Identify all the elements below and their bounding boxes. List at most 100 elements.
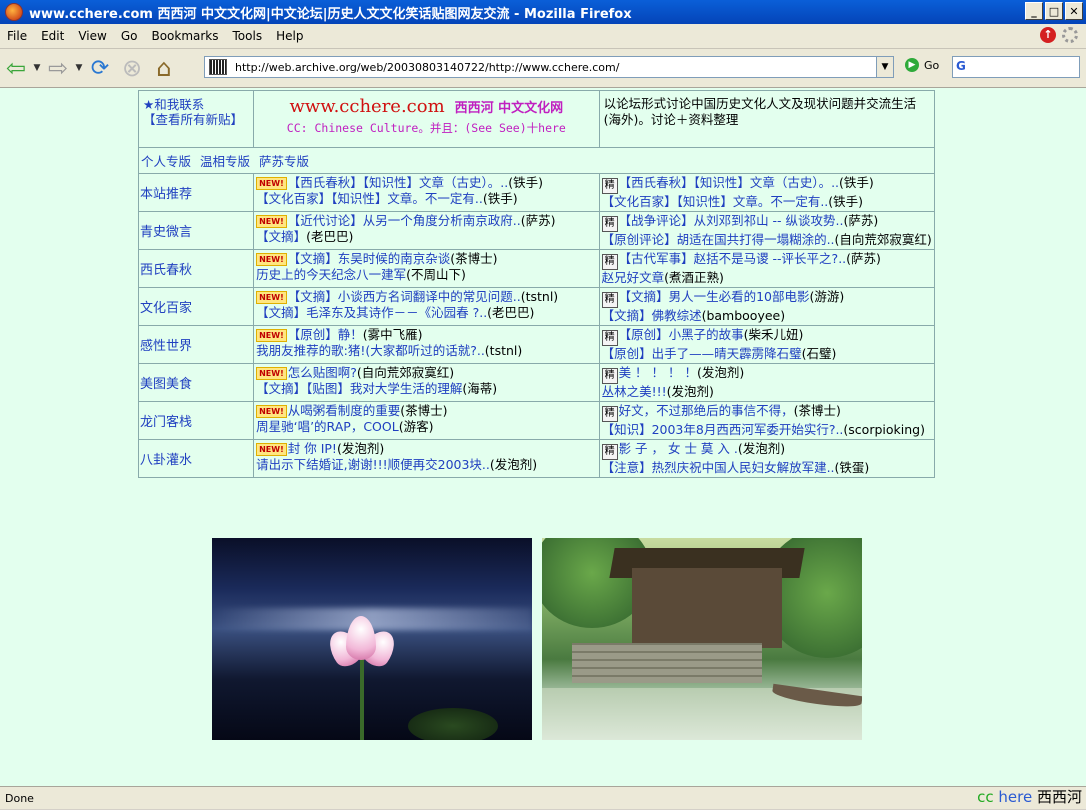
url-bar: ▼ bbox=[204, 56, 894, 78]
url-input[interactable] bbox=[231, 60, 876, 74]
post-title-link[interactable]: 封 你 IP! bbox=[288, 441, 337, 456]
forward-history-chevron-icon[interactable]: ▼ bbox=[74, 63, 84, 73]
featured-badge-icon: 精 bbox=[601, 444, 618, 460]
forum-category-link[interactable]: 西氏春秋 bbox=[137, 249, 255, 288]
brand-logo[interactable]: www.cchere.com bbox=[289, 96, 444, 117]
forum-category-link[interactable]: 感性世界 bbox=[137, 325, 255, 364]
forum-row: 龙门客栈 NEW! 从喝粥看制度的重要(茶博士) 周星驰‘唱’的RAP，COOL(游客… bbox=[137, 401, 936, 440]
forum-category-link[interactable]: 青史微言 bbox=[137, 211, 255, 250]
latest-posts-cell: NEW! 【文摘】东吴时候的南京杂谈(茶博士) 历史上的今天纪念八一建军(不周山下) bbox=[253, 249, 600, 288]
brand-chinese-name: 西西河 中文文化网 bbox=[454, 101, 564, 116]
post-title-link[interactable]: 丛林之美!!! bbox=[602, 384, 667, 399]
post-title-link[interactable]: 我朋友推荐的歌:猪!(大家都听过的话就?.. bbox=[256, 343, 485, 358]
new-badge-icon: NEW! bbox=[256, 329, 287, 342]
post-title-link[interactable]: 美 ！ ！ ！ ！ bbox=[619, 365, 697, 380]
post-author: (铁手) bbox=[482, 191, 518, 206]
post-author: (铁蛋) bbox=[834, 460, 870, 475]
page-content: ★和我联系 【查看所有新贴】 www.cchere.com 西西河 中文文化网 … bbox=[0, 88, 1086, 786]
contact-link[interactable]: ★和我联系 bbox=[143, 97, 204, 112]
menu-edit[interactable]: Edit bbox=[34, 29, 71, 43]
back-history-chevron-icon[interactable]: ▼ bbox=[32, 63, 42, 73]
post-title-link[interactable]: 影 子 ， 女 士 莫 入 . bbox=[619, 441, 738, 456]
stop-button[interactable]: ⊗ bbox=[116, 53, 148, 83]
back-button[interactable]: ⇦ bbox=[0, 53, 32, 83]
menu-file[interactable]: File bbox=[0, 29, 34, 43]
post-title-link[interactable]: 【文化百家】【知识性】文章。不一定有.. bbox=[256, 191, 483, 206]
post-title-link[interactable]: 周星驰‘唱’的RAP，COOL bbox=[256, 419, 399, 434]
post-title-link[interactable]: 【原创】小黑子的故事 bbox=[619, 327, 744, 342]
post-title-link[interactable]: 【西氏春秋】【知识性】文章（古史）。.. bbox=[288, 175, 508, 190]
post-title-link[interactable]: 【原创评论】胡适在国共打得一塌糊涂的.. bbox=[602, 232, 835, 247]
latest-posts-cell: NEW! 从喝粥看制度的重要(茶博士) 周星驰‘唱’的RAP，COOL(游客) bbox=[253, 401, 600, 440]
forum-category-link[interactable]: 八卦灌水 bbox=[137, 439, 255, 478]
close-button[interactable]: ✕ bbox=[1065, 2, 1083, 20]
post-line: 【文摘】佛教综述(bambooyee) bbox=[602, 308, 934, 324]
post-title-link[interactable]: 怎么贴图啊? bbox=[288, 365, 357, 380]
menu-go[interactable]: Go bbox=[114, 29, 145, 43]
reload-button[interactable]: ⟳ bbox=[84, 53, 116, 83]
forum-category-link[interactable]: 龙门客栈 bbox=[137, 401, 255, 440]
village-painting-photo bbox=[542, 538, 862, 740]
post-title-link[interactable]: 从喝粥看制度的重要 bbox=[288, 403, 401, 418]
section-link-wenxiang[interactable]: 温相专版 bbox=[200, 154, 250, 169]
post-title-link[interactable]: 请出示下结婚证,谢谢!!!顺便再交2003块.. bbox=[256, 457, 490, 472]
post-title-link[interactable]: 【文摘】 bbox=[256, 229, 306, 244]
new-badge-icon: NEW! bbox=[256, 253, 287, 266]
menu-bookmarks[interactable]: Bookmarks bbox=[144, 29, 225, 43]
post-author: (萨苏) bbox=[846, 251, 881, 266]
post-line: 【原创评论】胡适在国共打得一塌糊涂的..(自向荒郊寂寞红) bbox=[602, 232, 934, 248]
forum-category-link[interactable]: 本站推荐 bbox=[137, 173, 255, 212]
post-title-link[interactable]: 【文化百家】【知识性】文章。不一定有.. bbox=[602, 194, 829, 209]
post-title-link[interactable]: 【文摘】毛泽东及其诗作－－《沁园春 ?.. bbox=[256, 305, 487, 320]
post-title-link[interactable]: 【注意】热烈庆祝中国人民妇女解放军建.. bbox=[602, 460, 835, 475]
forum-category-link[interactable]: 文化百家 bbox=[137, 287, 255, 326]
post-title-link[interactable]: 【文摘】东吴时候的南京杂谈 bbox=[288, 251, 451, 266]
home-button[interactable]: ⌂ bbox=[148, 53, 180, 83]
google-search-icon[interactable]: G bbox=[956, 59, 974, 75]
post-line: 【原创】出手了——晴天霹雳降石璧(石璧) bbox=[602, 346, 934, 362]
minimize-button[interactable]: _ bbox=[1025, 2, 1043, 20]
view-new-posts-link[interactable]: 【查看所有新贴】 bbox=[143, 112, 243, 127]
update-alert-icon[interactable]: ↑ bbox=[1040, 27, 1056, 43]
post-title-link[interactable]: 【文摘】【贴图】我对大学生活的理解 bbox=[256, 381, 462, 396]
post-author: (石璧) bbox=[801, 346, 837, 361]
menu-tools[interactable]: Tools bbox=[226, 29, 270, 43]
post-line: 精美 ！ ！ ！ ！(发泡剂) bbox=[601, 365, 934, 384]
new-badge-icon: NEW! bbox=[256, 443, 287, 456]
post-title-link[interactable]: 赵兄好文章 bbox=[602, 270, 665, 285]
post-title-link[interactable]: 【近代讨论】从另一个角度分析南京政府.. bbox=[288, 213, 521, 228]
lotus-photo bbox=[212, 538, 532, 740]
post-title-link[interactable]: 【西氏春秋】【知识性】文章（古史）。.. bbox=[619, 175, 839, 190]
site-favicon-icon bbox=[209, 59, 227, 75]
menu-view[interactable]: View bbox=[71, 29, 113, 43]
post-title-link[interactable]: 【文摘】男人一生必看的10部电影 bbox=[619, 289, 810, 304]
status-text: Done bbox=[5, 791, 34, 805]
post-title-link[interactable]: 【文摘】佛教综述 bbox=[602, 308, 702, 323]
post-author: (自向荒郊寂寞红) bbox=[356, 365, 455, 380]
forward-button[interactable]: ⇨ bbox=[42, 53, 74, 83]
post-line: 赵兄好文章(煮酒正熟) bbox=[602, 270, 934, 286]
section-link-personal[interactable]: 个人专版 bbox=[141, 154, 191, 169]
post-title-link[interactable]: 历史上的今天纪念八一建军 bbox=[256, 267, 406, 282]
post-title-link[interactable]: 【原创】出手了——晴天霹雳降石璧 bbox=[602, 346, 802, 361]
stop-icon: ⊗ bbox=[121, 54, 143, 82]
maximize-button[interactable]: □ bbox=[1045, 2, 1063, 20]
go-button[interactable]: ▶ Go bbox=[905, 58, 939, 72]
post-line: 【知识】2003年8月西西河军委开始实行?..(scorpioking) bbox=[602, 422, 934, 438]
search-input[interactable] bbox=[974, 60, 1068, 74]
menu-help[interactable]: Help bbox=[269, 29, 310, 43]
post-title-link[interactable]: 【文摘】小谈西方名词翻译中的常见问题.. bbox=[288, 289, 521, 304]
featured-badge-icon: 精 bbox=[601, 330, 618, 346]
section-link-sasu[interactable]: 萨苏专版 bbox=[259, 154, 309, 169]
post-author: (萨苏) bbox=[843, 213, 879, 228]
post-title-link[interactable]: 【知识】2003年8月西西河军委开始实行?.. bbox=[602, 422, 844, 437]
post-title-link[interactable]: 好文，不过那绝后的事信不得， bbox=[619, 403, 794, 418]
post-title-link[interactable]: 【原创】静！ bbox=[288, 327, 363, 342]
url-history-dropdown-icon[interactable]: ▼ bbox=[876, 57, 893, 77]
forum-category-link[interactable]: 美图美食 bbox=[137, 363, 255, 402]
post-title-link[interactable]: 【战争评论】从刘邓到祁山 -- 纵谈攻势.. bbox=[619, 213, 844, 228]
status-bar: Done cc here 西西河 bbox=[0, 786, 1086, 809]
featured-posts-cell: 精【西氏春秋】【知识性】文章（古史）。..(铁手) 【文化百家】【知识性】文章。不… bbox=[598, 173, 936, 212]
post-title-link[interactable]: 【古代军事】赵括不是马谡 --评长平之?.. bbox=[619, 251, 847, 266]
featured-posts-cell: 精影 子 ， 女 士 莫 入 .(发泡剂) 【注意】热烈庆祝中国人民妇女解放军建.… bbox=[598, 439, 936, 478]
